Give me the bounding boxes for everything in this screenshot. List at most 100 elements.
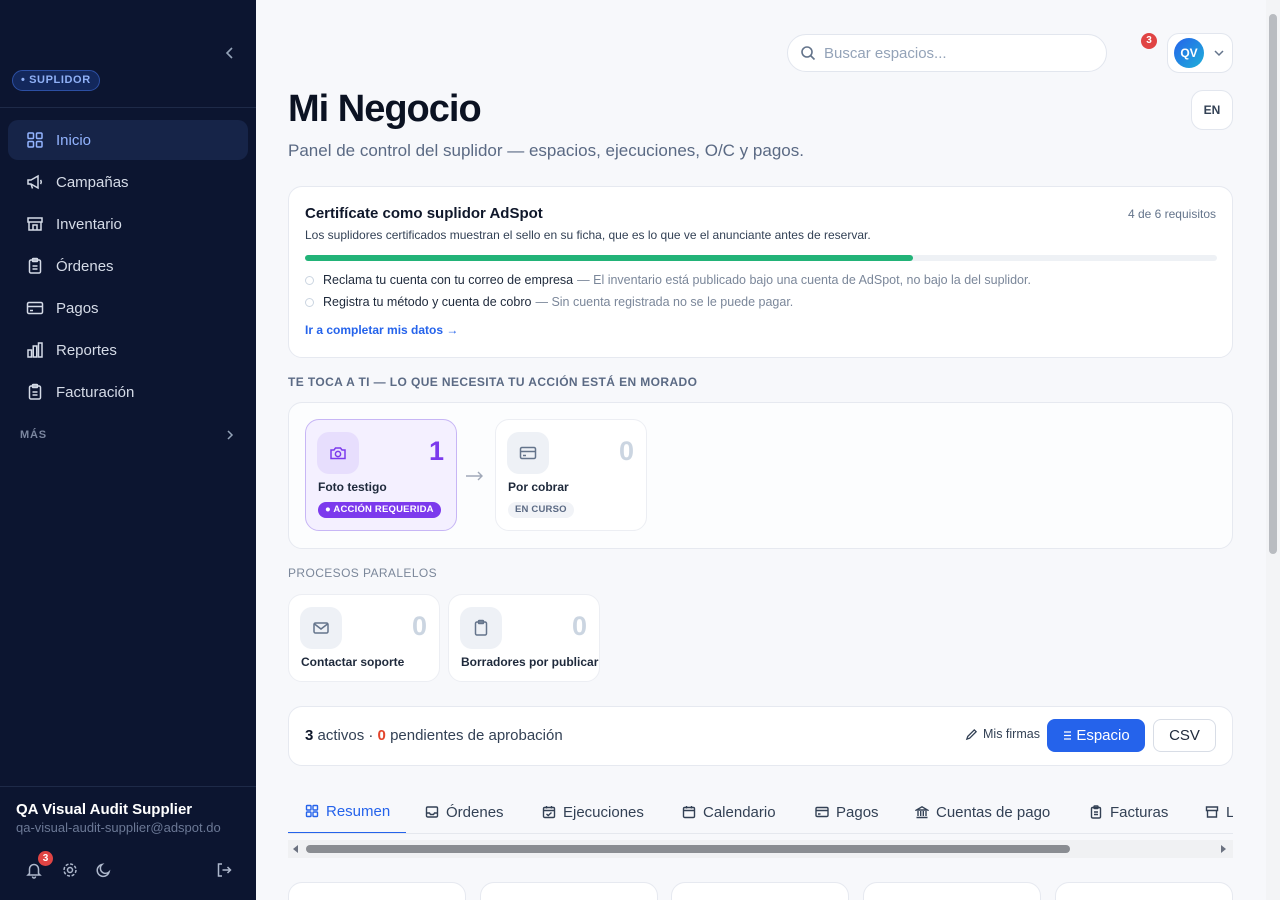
requirement-title: Reclama tu cuenta con tu correo de empre… <box>323 273 574 287</box>
store-icon <box>27 217 43 231</box>
summary-card <box>288 882 466 900</box>
action-section-label: TE TOCA A TI — LO QUE NECESITA TU ACCIÓN… <box>288 375 698 389</box>
tab-more[interactable]: L <box>1205 790 1233 834</box>
tab-label: Facturas <box>1110 803 1169 821</box>
user-menu[interactable]: QV <box>1167 33 1233 73</box>
progress-fill <box>305 255 914 261</box>
tab-facturas[interactable]: Facturas <box>1089 790 1168 834</box>
sidebar-item-label: Pagos <box>56 299 99 317</box>
tab-ejecuciones[interactable]: Ejecuciones <box>542 790 644 834</box>
sidebar: • SUPLIDOR Inicio Campañas Inventario Ór… <box>0 0 256 900</box>
tab-scrollbar[interactable] <box>288 840 1233 858</box>
sidebar-divider <box>0 786 256 787</box>
sidebar-item-inicio[interactable]: Inicio <box>8 120 248 160</box>
page-scrollbar[interactable] <box>1266 0 1280 900</box>
clipboard-icon <box>474 619 488 636</box>
step-count: 0 <box>571 611 587 641</box>
tab-label: Resumen <box>326 802 391 820</box>
step-count: 1 <box>428 436 444 466</box>
sidebar-item-facturacion[interactable]: Facturación <box>8 372 248 412</box>
search-input[interactable] <box>824 44 1084 62</box>
certification-progress <box>305 255 1217 261</box>
pen-icon <box>965 728 978 740</box>
mail-icon <box>313 622 329 634</box>
calendar-check-icon <box>542 806 556 819</box>
step-label: Foto testigo <box>318 480 387 494</box>
tab-ordenes[interactable]: Órdenes <box>425 790 504 834</box>
stats-bar: 3 activos · 0 pendientes de aprobación M… <box>288 706 1233 766</box>
summary-card <box>863 882 1041 900</box>
status-badge: ● ACCIÓN REQUERIDA <box>318 502 441 518</box>
requirement-note: — Sin cuenta registrada no se le puede p… <box>535 295 794 309</box>
tab-pagos[interactable]: Pagos <box>815 790 879 834</box>
role-badge: • SUPLIDOR <box>12 70 100 91</box>
step-count: 0 <box>618 436 634 466</box>
scroll-right-icon[interactable] <box>1219 845 1227 853</box>
sidebar-item-label: Órdenes <box>56 257 114 275</box>
sidebar-item-ordenes[interactable]: Órdenes <box>8 246 248 286</box>
certification-description: Los suplidores certificados muestran el … <box>305 228 871 242</box>
tab-label: Calendario <box>703 803 776 821</box>
pending-count: 0 <box>377 727 386 744</box>
espacio-label: Espacio <box>1076 727 1130 744</box>
card-icon <box>519 446 537 460</box>
sidebar-divider <box>0 107 256 108</box>
step-foto-testigo[interactable]: 1 Foto testigo ● ACCIÓN REQUERIDA <box>305 419 457 531</box>
tab-cuentas-de-pago[interactable]: Cuentas de pago <box>915 790 1050 834</box>
list-icon <box>1064 731 1072 740</box>
tab-label: Ejecuciones <box>563 803 644 821</box>
tab-label: L <box>1226 803 1233 821</box>
active-label: activos · <box>317 727 374 744</box>
add-espacio-button[interactable]: Espacio <box>1047 719 1145 752</box>
requirements-count: 4 de 6 requisitos <box>1127 207 1216 221</box>
tab-bar: Resumen Órdenes Ejecuciones Calendario P… <box>288 790 1233 834</box>
grid-icon <box>27 132 43 148</box>
mis-firmas-button[interactable]: Mis firmas <box>965 727 1040 741</box>
sidebar-more-toggle[interactable]: MÁS <box>20 429 236 441</box>
step-por-cobrar[interactable]: 0 Por cobrar EN CURSO <box>495 419 647 531</box>
tab-label: Cuentas de pago <box>936 803 1051 821</box>
page-title: Mi Negocio <box>288 88 482 130</box>
notification-badge[interactable]: 3 <box>1141 33 1157 49</box>
bar-chart-icon <box>27 342 43 358</box>
sidebar-item-reportes[interactable]: Reportes <box>8 330 248 370</box>
sidebar-item-label: Campañas <box>56 173 129 191</box>
sidebar-item-campanas[interactable]: Campañas <box>8 162 248 202</box>
sidebar-item-inventario[interactable]: Inventario <box>8 204 248 244</box>
chevron-down-icon <box>1214 50 1224 57</box>
scroll-thumb[interactable] <box>306 845 1070 853</box>
scroll-left-icon[interactable] <box>292 845 300 853</box>
csv-button[interactable]: CSV <box>1153 719 1216 752</box>
clipboard-icon <box>1090 805 1102 819</box>
tab-divider <box>288 833 1233 834</box>
language-button[interactable]: EN <box>1191 90 1233 130</box>
sidebar-item-label: Reportes <box>56 341 117 359</box>
tab-resumen[interactable]: Resumen <box>288 790 407 834</box>
search-icon <box>801 46 816 61</box>
pending-dot-icon <box>305 297 314 307</box>
notification-badge: 3 <box>38 851 53 866</box>
tab-label: Órdenes <box>446 803 504 821</box>
logout-icon[interactable] <box>215 861 233 879</box>
moon-icon[interactable] <box>95 861 113 879</box>
gear-icon[interactable] <box>61 861 79 879</box>
step-label: Borradores por publicar <box>461 655 599 669</box>
page-subtitle: Panel de control del suplidor — espacios… <box>288 141 804 160</box>
sidebar-item-pagos[interactable]: Pagos <box>8 288 248 328</box>
parallel-contactar-soporte[interactable]: 0 Contactar soporte <box>288 594 440 682</box>
parallel-borradores[interactable]: 0 Borradores por publicar <box>448 594 600 682</box>
sidebar-item-label: Facturación <box>56 383 135 401</box>
chevron-left-icon[interactable] <box>222 45 238 61</box>
megaphone-icon <box>27 174 42 190</box>
requirement-item: Reclama tu cuenta con tu correo de empre… <box>305 273 1031 287</box>
store-icon <box>1205 806 1219 818</box>
complete-data-link[interactable]: Ir a completar mis datos → <box>305 323 458 337</box>
mis-firmas-label: Mis firmas <box>983 727 1040 741</box>
requirement-note: — El inventario está publicado bajo una … <box>577 273 1031 287</box>
sidebar-item-label: Inicio <box>56 131 92 149</box>
grid-icon <box>305 804 319 818</box>
bank-icon <box>915 805 929 819</box>
sidebar-nav: Inicio Campañas Inventario Órdenes Pagos… <box>8 120 248 414</box>
page-scroll-thumb[interactable] <box>1269 14 1277 554</box>
tab-calendario[interactable]: Calendario <box>682 790 776 834</box>
